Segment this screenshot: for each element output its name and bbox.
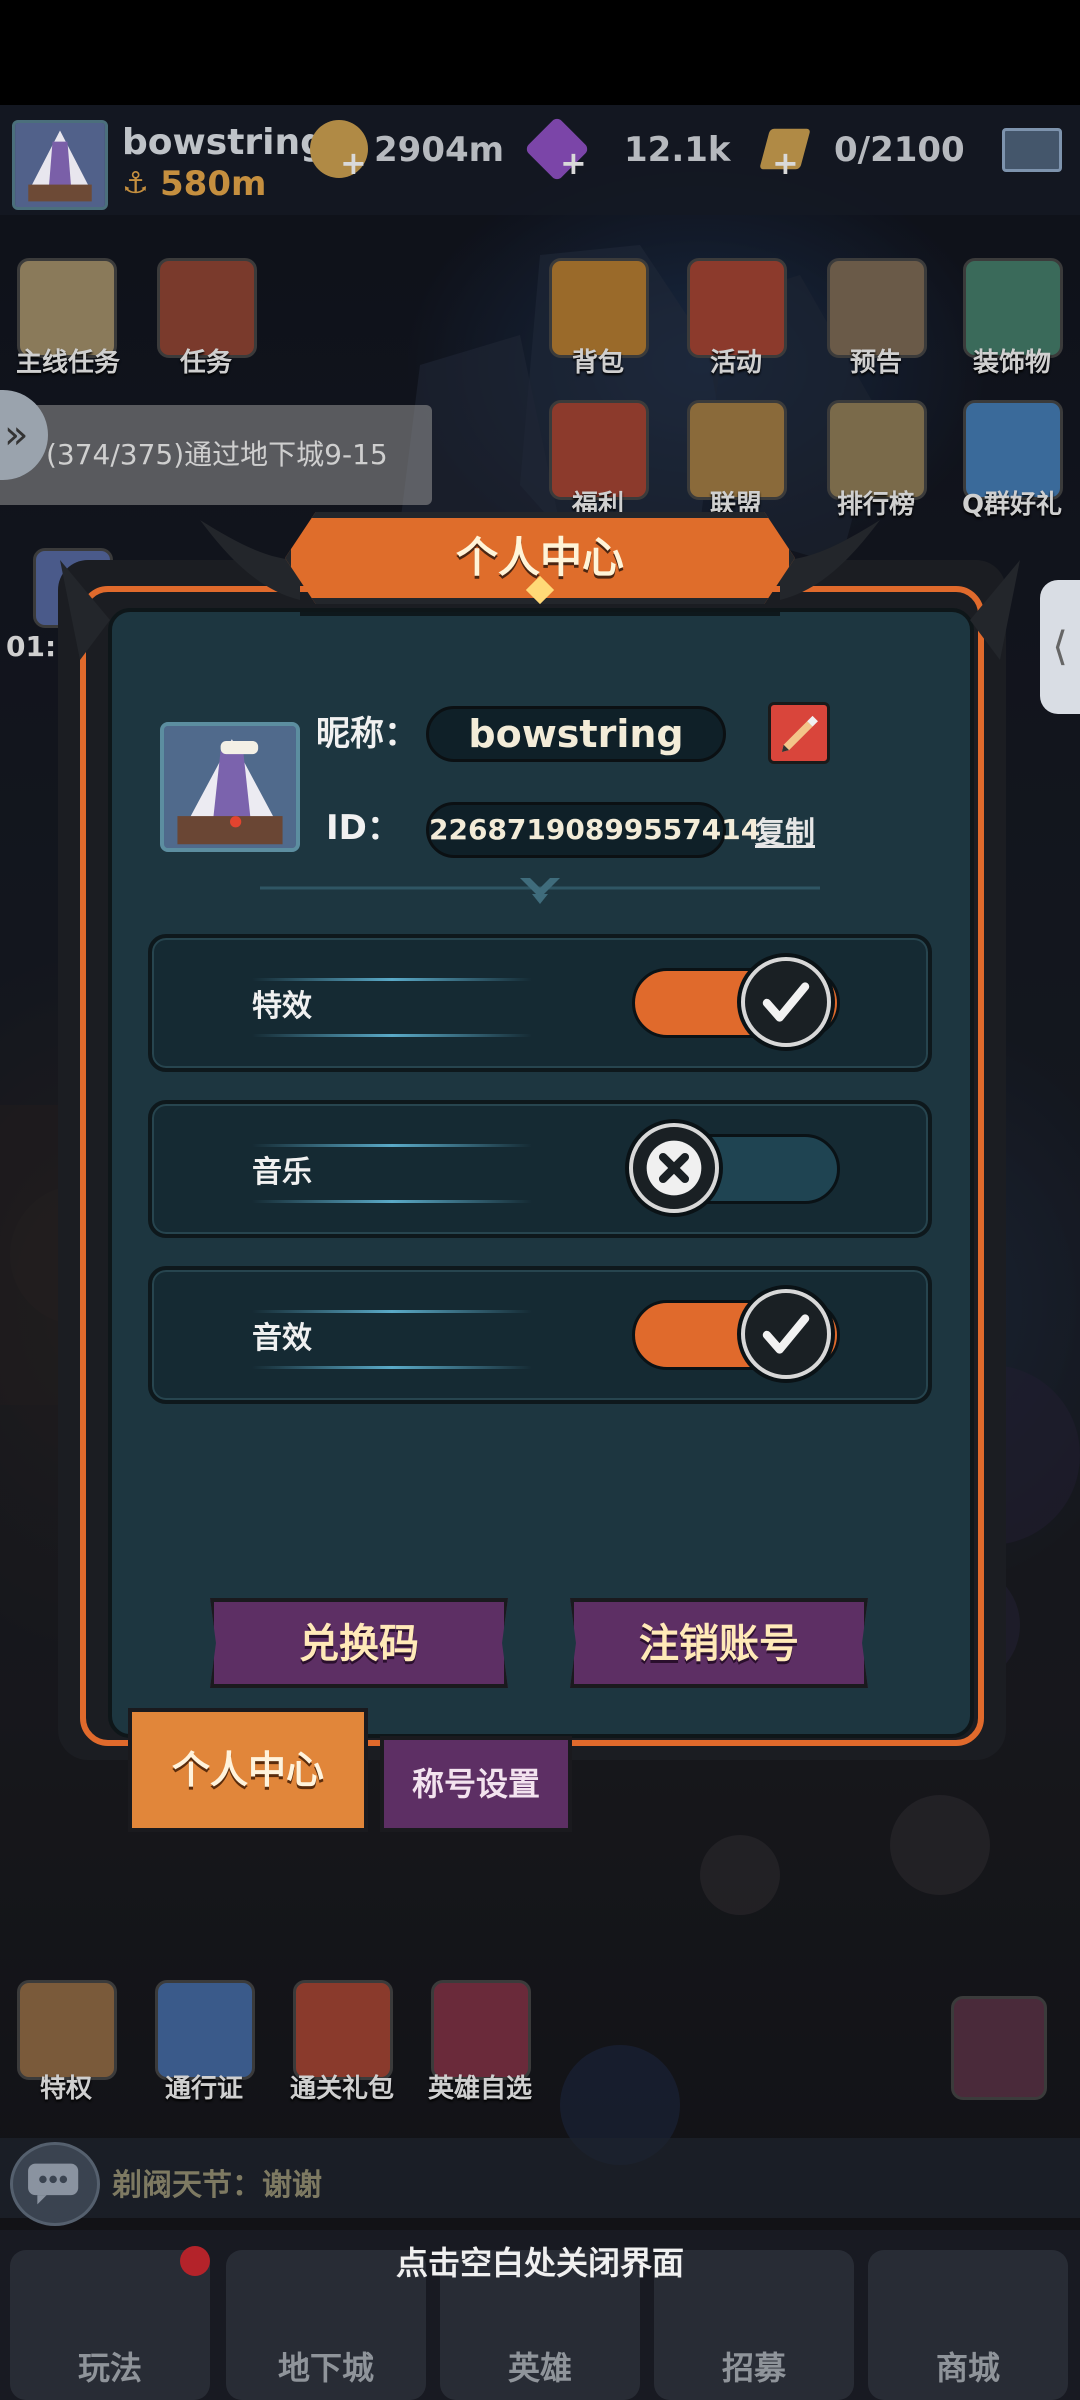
tower-button[interactable]: [944, 1996, 1054, 2100]
hero-select-label: 英雄自选: [427, 2074, 532, 2104]
setting-row-music: 音乐: [148, 1100, 932, 1238]
nav-shop-label: 商城: [935, 2349, 1000, 2387]
effects-label: 特效: [252, 989, 312, 1024]
hero-select-button[interactable]: [426, 1980, 536, 2080]
player-portrait-icon: [164, 726, 296, 848]
pencil-icon: [781, 715, 818, 752]
nav-dungeon-label: 地下城: [277, 2349, 374, 2387]
nav-recruit-label: 招募: [721, 2349, 786, 2387]
setting-row-effects: 特效: [148, 934, 932, 1072]
check-icon: [741, 957, 831, 1047]
nav-heroes-label: 英雄: [507, 2349, 572, 2387]
logout-account-button[interactable]: 注销账号: [570, 1598, 868, 1688]
battle-pass-button[interactable]: [150, 1980, 260, 2080]
clear-gift-pack-label: 通关礼包: [289, 2074, 394, 2104]
edit-nickname-button[interactable]: [768, 702, 830, 764]
music-toggle[interactable]: [629, 1123, 840, 1213]
close-hint[interactable]: 点击空白处关闭界面: [0, 2238, 1080, 2284]
game-screen: bowstring ⚓ 580m + 2904m + 12.1k + 0/210…: [0, 0, 1080, 2400]
nav-gameplay-label: 玩法: [77, 2349, 142, 2387]
player-avatar[interactable]: [160, 722, 300, 852]
chat-bubble-glyph: [28, 2163, 79, 2205]
id-label: ID：: [326, 808, 401, 848]
nickname-field: bowstring: [426, 706, 726, 762]
redeem-code-button[interactable]: 兑换码: [210, 1598, 508, 1688]
section-divider: [260, 878, 820, 904]
chat-bubble-icon[interactable]: [10, 2142, 100, 2226]
battle-pass-label: 通行证: [164, 2074, 243, 2104]
tab-title-settings[interactable]: 称号设置: [380, 1736, 572, 1832]
setting-row-sound: 音效: [148, 1266, 932, 1404]
copy-id-link[interactable]: 复制: [755, 808, 815, 852]
sound-label: 音效: [252, 1321, 312, 1356]
music-label: 音乐: [252, 1155, 312, 1190]
chat-message: 剃阀天节：谢谢: [112, 2168, 322, 2203]
cross-icon: [629, 1123, 719, 1213]
privilege-button[interactable]: [12, 1980, 122, 2080]
effects-toggle[interactable]: [632, 957, 840, 1047]
sound-toggle[interactable]: [632, 1289, 840, 1379]
clear-gift-pack-button[interactable]: [288, 1980, 398, 2080]
player-id-field: 22687190899557414: [426, 802, 760, 858]
check-icon: [741, 1289, 831, 1379]
nickname-label: 昵称：: [316, 714, 418, 754]
tab-profile[interactable]: 个人中心: [128, 1708, 368, 1832]
